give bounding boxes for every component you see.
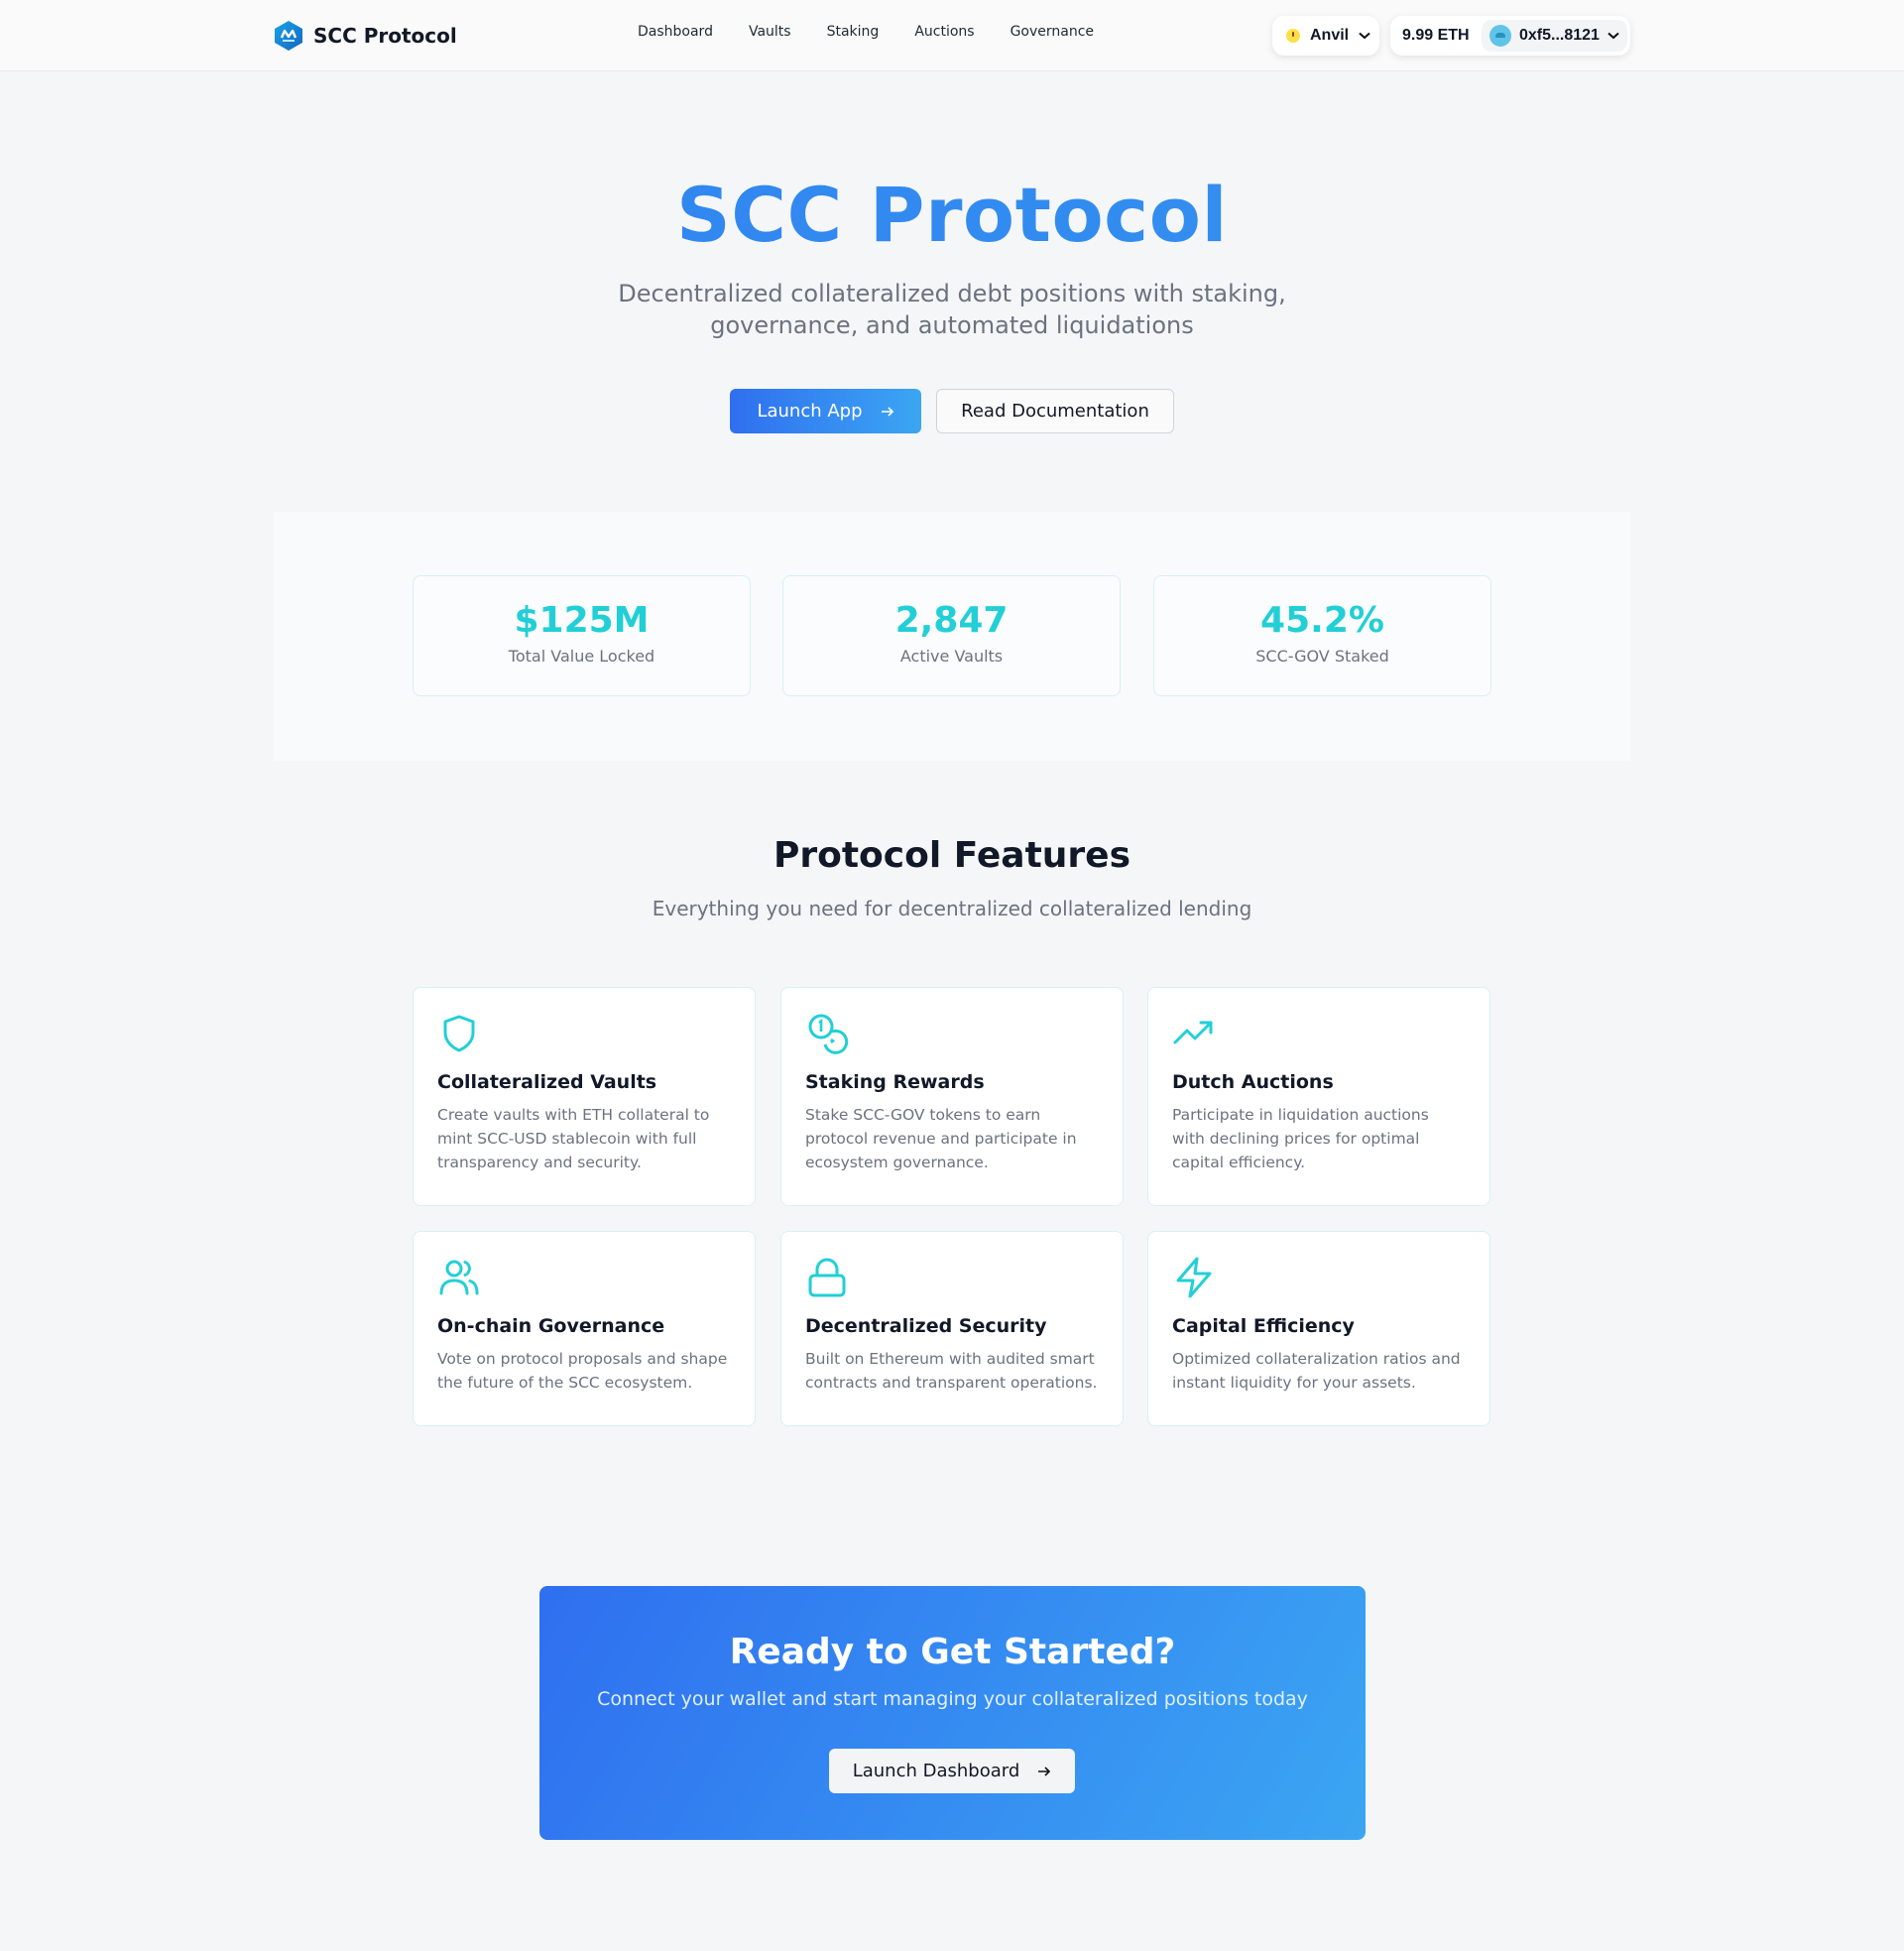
feature-description: Create vaults with ETH collateral to min…	[437, 1106, 710, 1171]
launch-dashboard-label: Launch Dashboard	[852, 1761, 1020, 1781]
nav-link-auctions[interactable]: Auctions	[914, 24, 974, 40]
feature-description: Participate in liquidation auctions with…	[1172, 1106, 1429, 1171]
account-address-button[interactable]: 0xf5...8121	[1482, 20, 1627, 52]
feature-card-governance: On-chain Governance Vote on protocol pro…	[413, 1231, 756, 1426]
network-selector[interactable]: Anvil	[1272, 16, 1379, 56]
cta-banner: Ready to Get Started? Connect your walle…	[539, 1586, 1366, 1840]
stat-card-active-vaults: 2,847 Active Vaults	[782, 575, 1121, 696]
launch-app-label: Launch App	[757, 401, 863, 422]
network-icon	[1286, 29, 1300, 43]
main-nav: Dashboard Vaults Staking Auctions Govern…	[638, 24, 1094, 40]
feature-title: Dutch Auctions	[1172, 1071, 1334, 1093]
coins-icon	[808, 1014, 849, 1054]
stat-value: 2,847	[894, 600, 1009, 641]
feature-card-auctions: Dutch Auctions Participate in liquidatio…	[1147, 987, 1490, 1206]
avatar	[1489, 25, 1511, 47]
stat-label: Total Value Locked	[508, 647, 655, 666]
brand-logo-icon	[275, 21, 302, 51]
brand[interactable]: SCC Protocol	[274, 20, 457, 52]
launch-app-button[interactable]: Launch App	[730, 389, 921, 433]
feature-title: Collateralized Vaults	[437, 1071, 657, 1093]
hero-subtitle: Decentralized collateralized debt positi…	[618, 280, 1286, 339]
nav-link-staking[interactable]: Staking	[827, 24, 880, 40]
stat-card-gov-staked: 45.2% SCC-GOV Staked	[1153, 575, 1491, 696]
features-title: Protocol Features	[773, 835, 1131, 876]
feature-title: Capital Efficiency	[1172, 1315, 1355, 1337]
lock-icon	[808, 1258, 846, 1297]
stat-card-tvl: $125M Total Value Locked	[413, 575, 751, 696]
account-widget[interactable]: 9.99 ETH 0xf5...8121	[1390, 16, 1630, 56]
stat-value: $125M	[514, 600, 650, 641]
top-navbar: SCC Protocol Dashboard Vaults Staking Au…	[0, 0, 1904, 71]
feature-title: On-chain Governance	[437, 1315, 665, 1337]
feature-title: Decentralized Security	[805, 1315, 1047, 1337]
cta-title: Ready to Get Started?	[729, 1632, 1176, 1672]
feature-card-security: Decentralized Security Built on Ethereum…	[780, 1231, 1124, 1426]
feature-description: Built on Ethereum with audited smart con…	[805, 1350, 1098, 1392]
cta-subtitle: Connect your wallet and start managing y…	[597, 1688, 1308, 1710]
network-name: Anvil	[1310, 27, 1350, 44]
stat-value: 45.2%	[1260, 600, 1384, 641]
account-balance: 9.99 ETH	[1402, 27, 1470, 44]
trending-up-icon	[1173, 1021, 1213, 1044]
feature-title: Staking Rewards	[805, 1071, 985, 1093]
arrow-right-icon	[881, 406, 893, 417]
hero-title: SCC Protocol	[0, 171, 1904, 259]
feature-description: Vote on protocol proposals and shape the…	[437, 1350, 728, 1392]
features-subtitle: Everything you need for decentralized co…	[652, 897, 1252, 920]
feature-description: Optimized collateralization ratios and i…	[1172, 1350, 1461, 1392]
arrow-right-icon	[1038, 1766, 1051, 1776]
feature-card-staking: Staking Rewards Stake SCC-GOV tokens to …	[780, 987, 1124, 1206]
feature-description: Stake SCC-GOV tokens to earn protocol re…	[805, 1106, 1077, 1171]
users-icon	[439, 1260, 479, 1295]
launch-dashboard-button[interactable]: Launch Dashboard	[829, 1749, 1075, 1793]
feature-card-vaults: Collateralized Vaults Create vaults with…	[413, 987, 756, 1206]
zap-icon	[1176, 1257, 1212, 1298]
account-address: 0xf5...8121	[1519, 27, 1600, 44]
nav-link-vaults[interactable]: Vaults	[749, 24, 791, 40]
feature-card-efficiency: Capital Efficiency Optimized collaterali…	[1147, 1231, 1490, 1426]
nav-link-governance[interactable]: Governance	[1011, 24, 1094, 40]
shield-icon	[443, 1015, 475, 1052]
read-documentation-button[interactable]: Read Documentation	[936, 389, 1174, 433]
nav-link-dashboard[interactable]: Dashboard	[638, 24, 713, 40]
stat-label: SCC-GOV Staked	[1255, 647, 1389, 666]
stat-label: Active Vaults	[899, 647, 1004, 666]
chevron-down-icon	[1359, 32, 1370, 40]
chevron-down-icon	[1607, 32, 1619, 40]
brand-name: SCC Protocol	[313, 24, 457, 48]
